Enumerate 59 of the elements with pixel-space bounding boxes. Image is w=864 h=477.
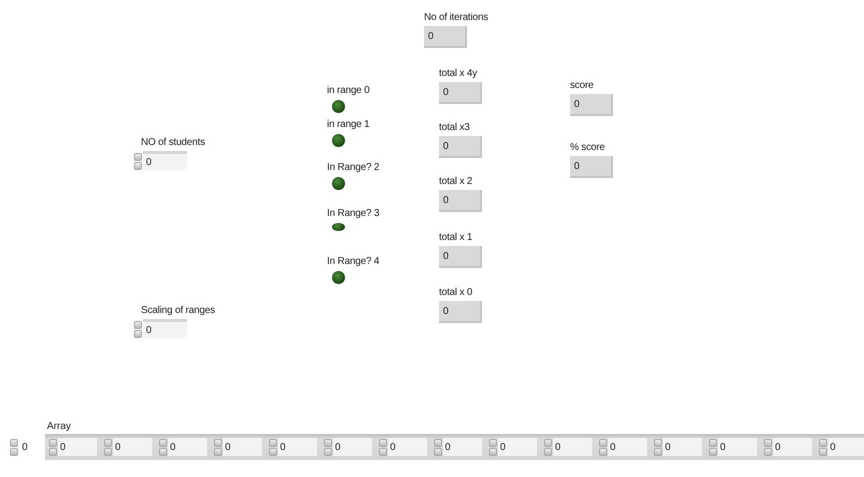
spinner-icon[interactable] [489,438,497,456]
numeric-indicator: 0 [570,156,613,178]
numeric-field[interactable]: 0 [143,151,187,171]
element-field[interactable]: 0 [718,438,757,456]
control-label: total x 4y [439,68,478,79]
element-field[interactable]: 0 [443,438,482,456]
spinner-icon[interactable] [49,438,57,456]
control-label: in range 1 [327,119,370,130]
element-field[interactable]: 0 [223,438,262,456]
spinner-icon[interactable] [10,438,18,456]
element-field[interactable]: 0 [498,438,537,456]
numeric-indicator: 0 [439,136,482,158]
spinner-icon[interactable] [134,152,142,170]
spinner-icon[interactable] [819,438,827,456]
control-label: total x3 [439,122,470,133]
numeric-indicator: 0 [439,246,482,268]
numeric-indicator: 0 [570,94,613,116]
control-label: % score [570,142,605,153]
spinner-icon[interactable] [764,438,772,456]
control-label: No of iterations [424,12,488,23]
numeric-indicator: 0 [439,82,482,104]
element-field[interactable]: 0 [828,438,864,456]
element-field[interactable]: 0 [773,438,812,456]
control-label: In Range? 4 [327,256,380,267]
control-label: total x 0 [439,287,472,298]
element-field[interactable]: 0 [113,438,152,456]
spinner-icon[interactable] [214,438,222,456]
numeric-indicator: 0 [439,190,482,212]
spinner-icon[interactable] [544,438,552,456]
numeric-indicator: 0 [439,301,482,323]
spinner-icon[interactable] [434,438,442,456]
spinner-icon[interactable] [379,438,387,456]
numeric-field[interactable]: 0 [143,319,187,339]
control-label: total x 1 [439,232,472,243]
control-label: Scaling of ranges [141,305,215,316]
element-field[interactable]: 0 [168,438,207,456]
element-field[interactable]: 0 [388,438,427,456]
numeric-indicator: 0 [424,26,467,48]
spinner-icon[interactable] [104,438,112,456]
element-field[interactable]: 0 [333,438,372,456]
spinner-icon[interactable] [324,438,332,456]
element-field[interactable]: 0 [278,438,317,456]
array-label: Array [47,421,72,432]
control-label: in range 0 [327,85,370,96]
spinner-icon[interactable] [159,438,167,456]
spinner-icon[interactable] [709,438,717,456]
control-label: In Range? 2 [327,162,380,173]
element-field[interactable]: 0 [58,438,97,456]
control-label: NO of students [141,137,205,148]
spinner-icon[interactable] [599,438,607,456]
control-label: score [570,80,594,91]
spinner-icon[interactable] [269,438,277,456]
control-label: total x 2 [439,176,472,187]
element-field[interactable]: 0 [663,438,702,456]
spinner-icon[interactable] [654,438,662,456]
element-field[interactable]: 0 [553,438,592,456]
element-field[interactable]: 0 [608,438,647,456]
spinner-icon[interactable] [134,320,142,338]
control-label: In Range? 3 [327,208,380,219]
